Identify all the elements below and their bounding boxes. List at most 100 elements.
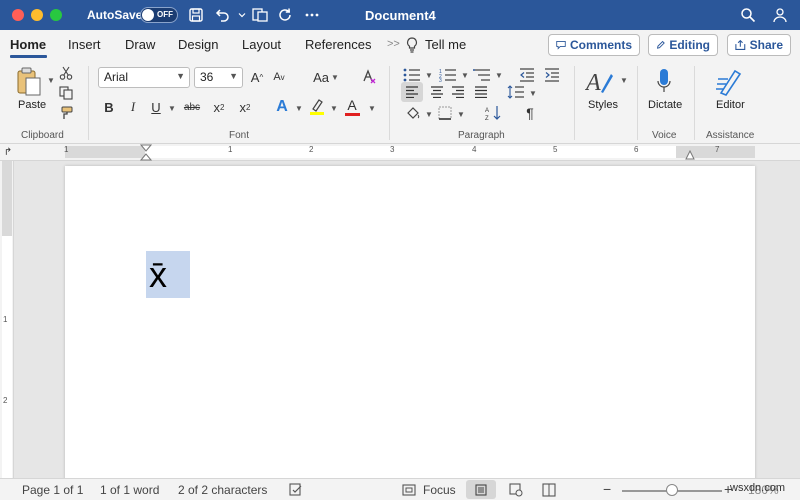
tab-layout[interactable]: Layout [242,37,281,52]
line-spacing-icon[interactable] [506,82,526,102]
ruler-number: 4 [472,145,477,154]
character-count[interactable]: 2 of 2 characters [178,483,267,497]
underline-dropdown-icon[interactable]: ▼ [168,104,176,113]
print-layout-view-button[interactable] [466,480,496,499]
focus-button[interactable]: Focus [423,483,456,497]
bullets-icon[interactable] [402,67,422,83]
pilcrow-icon[interactable]: ¶ [521,104,539,122]
tab-insert[interactable]: Insert [68,37,101,52]
increase-indent-icon[interactable] [543,67,561,83]
redo-icon[interactable] [276,5,296,25]
highlight-dropdown-icon[interactable]: ▼ [330,104,338,113]
document-page[interactable]: x̄ [65,166,755,486]
tab-home[interactable]: Home [10,37,46,52]
styles-icon[interactable]: A [584,65,616,99]
chevron-down-icon: ▼ [229,71,238,81]
paragraph-group-label: Paragraph [458,130,505,141]
share-button[interactable]: Share [727,34,791,56]
tab-references[interactable]: References [305,37,371,52]
close-window-button[interactable] [12,9,24,21]
comments-button[interactable]: Comments [548,34,640,56]
web-layout-icon[interactable] [508,482,524,498]
grow-font-button[interactable]: A ^ [248,68,266,86]
search-icon[interactable] [738,5,758,25]
tab-draw[interactable]: Draw [125,37,155,52]
page-count[interactable]: Page 1 of 1 [22,483,83,497]
font-color-dropdown-icon[interactable]: ▼ [368,104,376,113]
font-name-dropdown[interactable]: Arial ▼ [98,67,190,88]
strikethrough-button[interactable]: abc [180,98,204,116]
ruler-left-margin[interactable] [65,146,145,158]
shading-icon[interactable] [404,104,422,122]
align-center-icon[interactable] [426,82,448,102]
format-painter-icon[interactable] [58,105,74,121]
subscript-button[interactable]: x2 [210,98,228,116]
paste-dropdown-icon[interactable]: ▼ [47,76,55,85]
save-icon[interactable] [186,5,206,25]
zoom-window-button[interactable] [50,9,62,21]
more-tabs-chevron-icon[interactable]: >> [387,38,400,50]
shrink-font-icon: A [273,71,281,83]
line-spacing-dropdown-icon[interactable]: ▼ [529,89,537,98]
word-count[interactable]: 1 of 1 word [100,483,159,497]
bullets-dropdown-icon[interactable]: ▼ [425,71,433,80]
borders-icon[interactable] [436,104,454,122]
tab-stop-icon[interactable]: ↱ [2,145,14,159]
share-people-icon[interactable] [770,5,790,25]
styles-dropdown-icon[interactable]: ▼ [620,76,628,85]
document-canvas[interactable]: x̄ [14,161,800,486]
text-effects-dropdown-icon[interactable]: ▼ [295,104,303,113]
right-indent-marker-icon[interactable] [685,150,695,160]
shrink-font-button[interactable]: Av [270,68,288,86]
ruler-number: 1 [64,145,69,154]
decrease-indent-icon[interactable] [518,67,536,83]
superscript-button[interactable]: x2 [236,98,254,116]
zoom-slider-thumb[interactable] [666,484,678,496]
copy-icon[interactable] [58,85,74,101]
multilevel-list-icon[interactable] [472,67,492,83]
multilevel-dropdown-icon[interactable]: ▼ [495,71,503,80]
indent-marker-icon[interactable] [140,144,152,161]
vruler-top-margin[interactable] [2,161,12,236]
shading-dropdown-icon[interactable]: ▼ [425,110,433,119]
undo-icon[interactable] [212,5,232,25]
highlight-icon[interactable] [308,97,326,117]
numbering-icon[interactable]: 123 [438,67,458,83]
format-painter-title-icon[interactable] [250,5,270,25]
minimize-window-button[interactable] [31,9,43,21]
ruler-number: 1 [228,145,233,154]
cut-icon[interactable] [58,65,74,81]
align-right-icon[interactable] [447,82,469,102]
zoom-out-button[interactable]: − [603,481,611,497]
more-icon[interactable] [302,5,322,25]
text-effects-button[interactable]: A [274,97,290,117]
tab-design[interactable]: Design [178,37,218,52]
focus-icon[interactable] [401,482,417,498]
selected-text[interactable]: x̄ [146,251,190,298]
ruler-number: 7 [715,145,720,154]
editor-pen-icon[interactable] [714,65,746,99]
tell-me-field[interactable]: Tell me [425,37,466,52]
editing-button[interactable]: Editing [648,34,718,56]
proofing-icon[interactable] [288,482,304,498]
microphone-icon[interactable] [654,65,674,99]
font-color-button[interactable]: A [344,96,360,116]
autosave-toggle[interactable]: OFF [140,7,178,23]
justify-icon[interactable] [470,82,492,102]
italic-button[interactable]: I [126,98,140,116]
undo-dropdown-icon[interactable] [232,5,252,25]
align-left-button[interactable] [401,82,423,102]
bold-button[interactable]: B [102,98,116,116]
share-label: Share [749,38,783,52]
paste-icon[interactable] [14,66,44,98]
numbering-dropdown-icon[interactable]: ▼ [461,71,469,80]
borders-dropdown-icon[interactable]: ▼ [457,110,465,119]
font-color-swatch [344,112,360,116]
underline-button[interactable]: U [149,98,163,116]
clear-formatting-icon[interactable] [360,67,378,87]
font-size-dropdown[interactable]: 36 ▼ [194,67,243,88]
sort-icon[interactable]: AZ [484,104,504,122]
read-mode-icon[interactable] [541,482,557,498]
font-name-value: Arial [104,70,129,84]
change-case-button[interactable]: Aa ▼ [310,68,342,86]
